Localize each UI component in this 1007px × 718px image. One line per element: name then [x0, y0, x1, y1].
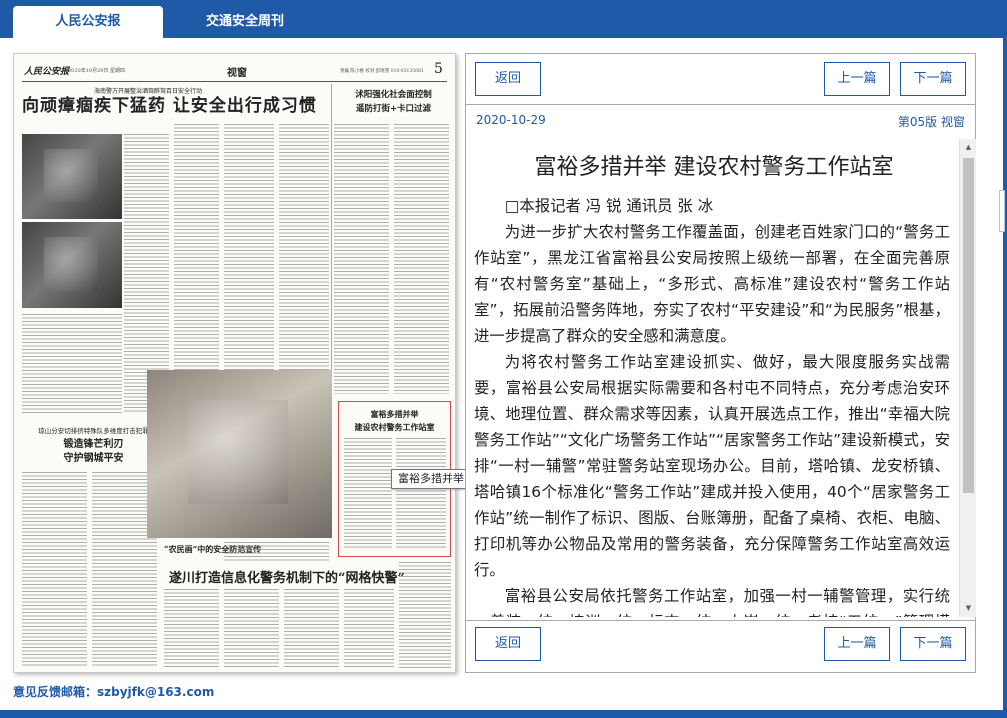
paper-photo [22, 222, 122, 308]
bottom-bar [0, 710, 1007, 718]
article-paragraph: 富裕县公安局依托警务工作站室，加强一村一辅警管理，实行统一着装、统一培训、统一标… [474, 587, 950, 617]
side-handle[interactable] [999, 190, 1005, 232]
paper-side-headline[interactable]: 沭阳强化社会面控制 遥防打街+卡口过滤 [336, 88, 451, 116]
highlight-headline: 富裕多措并举 建设农村警务工作站室 [354, 409, 435, 432]
paper-logo: 人民公安报 [24, 67, 70, 77]
prev-article-button-top[interactable]: 上一篇 [824, 62, 890, 96]
paper-contact: 责编 陈小春 校对 彭晓雪 010-83135081 [340, 69, 424, 74]
paper-divider [331, 84, 332, 414]
article-page-label: 第05版 视窗 [897, 115, 965, 129]
article-byline: □本报记者 冯 锐 通讯员 张 冰 [504, 197, 714, 215]
newspaper-page[interactable]: 人民公安报 2020年10月29日 星期四 视窗 责编 陈小春 校对 彭晓雪 0… [13, 53, 456, 673]
back-button-top[interactable]: 返回 [475, 62, 541, 96]
paper-text-block [394, 124, 449, 394]
paper-text-block [396, 438, 446, 550]
paper-headline[interactable]: 向顽瘴痼疾下猛药 让安全出行成习惯 [22, 95, 327, 117]
article-title: 富裕多措并举 建设农村警务工作站室 [534, 155, 894, 180]
paper-masthead: 人民公安报 2020年10月29日 星期四 视窗 责编 陈小春 校对 彭晓雪 0… [22, 61, 447, 82]
article-panel: 返回 上一篇 下一篇 2020-10-29 第05版 视窗 富裕多措并举 建设农… [465, 53, 976, 673]
paper-photo [22, 134, 122, 219]
next-article-button-top[interactable]: 下一篇 [900, 62, 966, 96]
divider [466, 104, 975, 105]
article-date: 2020-10-29 [476, 113, 546, 127]
article-paragraph: 为进一步扩大农村警务工作覆盖面，创建老百姓家门口的“警务工作站室”，黑龙江省富裕… [474, 223, 950, 345]
tab-renmin-gonganbao[interactable]: 人民公安报 [13, 6, 163, 38]
tab-jiaotong-anquan-zhoukan[interactable]: 交通安全周刊 [170, 6, 320, 38]
paper-sub-headline[interactable]: 琼山分安切排挤特殊队多维度打击犯罪 锻造锋芒利刃 守护钢城平安 [26, 424, 161, 466]
paper-page-number: 5 [434, 61, 443, 77]
paper-photo [147, 370, 332, 538]
paper-text-block [164, 589, 219, 669]
article-scrollbar[interactable]: ▲ ▼ [959, 139, 976, 617]
paper-date: 2020年10月29日 星期四 [68, 68, 126, 74]
back-button-bottom[interactable]: 返回 [475, 627, 541, 661]
paper-text-block [334, 124, 389, 394]
paper-text-block [344, 438, 392, 550]
prev-article-button-bottom[interactable]: 上一篇 [824, 627, 890, 661]
feedback-email: 意见反馈邮箱：szbyjfk@163.com [13, 685, 215, 699]
article-scroll-area[interactable]: 富裕多措并举 建设农村警务工作站室 □本报记者 冯 锐 通讯员 张 冰 为进一步… [474, 139, 969, 617]
article-body: □本报记者 冯 锐 通讯员 张 冰 为进一步扩大农村警务工作覆盖面，创建老百姓家… [474, 193, 950, 617]
scroll-up-arrow-icon[interactable]: ▲ [960, 139, 977, 156]
right-edge-bar [999, 38, 1007, 710]
scrollbar-thumb[interactable] [963, 158, 974, 493]
paper-section: 视窗 [227, 68, 247, 79]
paper-text-block [224, 589, 279, 669]
paper-kicker: 海南警方开展整治酒驾醉驾百日安全行动 [94, 88, 203, 95]
paper-text-block [224, 542, 329, 562]
paper-text-block [344, 589, 394, 669]
paper-text-block [22, 472, 87, 667]
paper-text-block [284, 589, 339, 669]
paper-text-block [399, 562, 451, 669]
article-paragraph: 为将农村警务工作站室建设抓实、做好，最大限度服务实战需要，富裕县公安局根据实际需… [474, 353, 950, 579]
top-nav-bar: 人民公安报 交通安全周刊 [0, 0, 1007, 38]
paper-text-block [22, 314, 122, 414]
divider [466, 620, 975, 621]
next-article-button-bottom[interactable]: 下一篇 [900, 627, 966, 661]
scroll-down-arrow-icon[interactable]: ▼ [960, 600, 977, 617]
